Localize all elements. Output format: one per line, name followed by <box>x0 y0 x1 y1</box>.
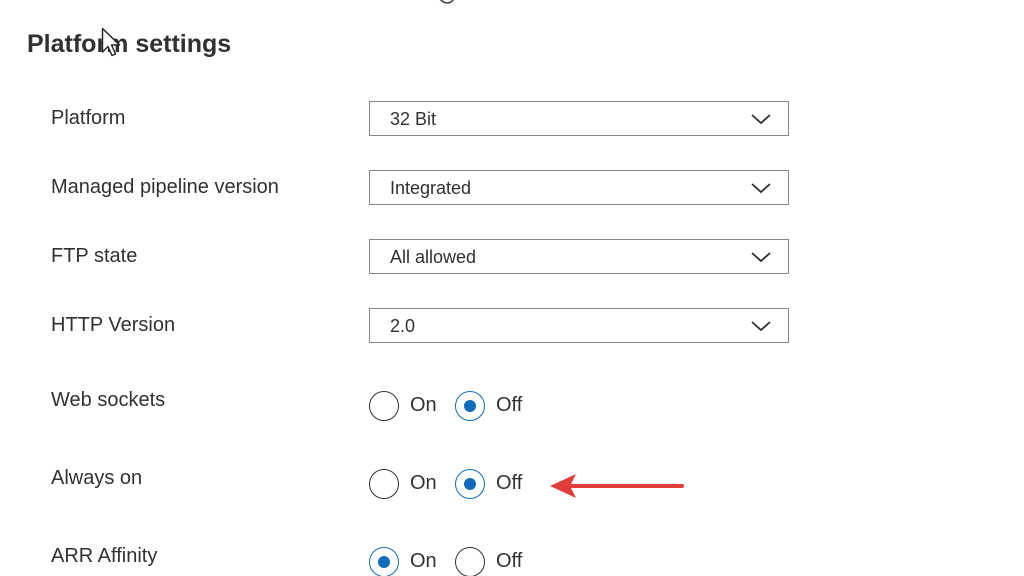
arr-affinity-off-radio[interactable]: Off <box>455 547 535 576</box>
ftp-state-label: FTP state <box>51 245 138 267</box>
chevron-down-icon <box>751 252 771 263</box>
arr-affinity-label: ARR Affinity <box>51 545 158 567</box>
web-sockets-off-radio[interactable]: Off <box>455 391 535 425</box>
platform-settings-page: Platform settings Platform 32 Bit Manage… <box>0 0 1024 576</box>
radio-circle-icon <box>369 391 399 421</box>
always-on-on-radio[interactable]: On <box>369 469 449 503</box>
ftp-state-dropdown[interactable]: All allowed <box>369 239 789 274</box>
managed-pipeline-label: Managed pipeline version <box>51 176 279 198</box>
always-on-off-radio[interactable]: Off <box>455 469 535 503</box>
http-version-value: 2.0 <box>390 316 416 336</box>
arr-affinity-on-radio[interactable]: On <box>369 547 449 576</box>
radio-label: On <box>410 550 437 572</box>
web-sockets-on-radio[interactable]: On <box>369 391 449 425</box>
chevron-down-icon <box>751 183 771 194</box>
managed-pipeline-value: Integrated <box>390 178 472 198</box>
always-on-label: Always on <box>51 467 143 489</box>
cursor-fragment-icon <box>439 0 455 4</box>
http-version-label: HTTP Version <box>51 314 176 336</box>
platform-label: Platform <box>51 107 126 129</box>
radio-label: Off <box>496 472 523 494</box>
chevron-down-icon <box>751 321 771 332</box>
mouse-pointer-icon <box>101 27 121 57</box>
platform-value: 32 Bit <box>390 109 437 129</box>
section-title: Platform settings <box>27 30 232 58</box>
web-sockets-label: Web sockets <box>51 389 166 411</box>
radio-selected-icon <box>369 547 399 576</box>
http-version-dropdown[interactable]: 2.0 <box>369 308 789 343</box>
platform-dropdown[interactable]: 32 Bit <box>369 101 789 136</box>
chevron-down-icon <box>751 114 771 125</box>
radio-circle-icon <box>369 469 399 499</box>
radio-label: Off <box>496 394 523 416</box>
radio-label: Off <box>496 550 523 572</box>
radio-label: On <box>410 472 437 494</box>
radio-selected-icon <box>455 469 485 499</box>
managed-pipeline-dropdown[interactable]: Integrated <box>369 170 789 205</box>
radio-selected-icon <box>455 391 485 421</box>
red-arrow-icon <box>550 474 684 498</box>
ftp-state-value: All allowed <box>390 247 477 267</box>
radio-label: On <box>410 394 437 416</box>
radio-circle-icon <box>455 547 485 576</box>
